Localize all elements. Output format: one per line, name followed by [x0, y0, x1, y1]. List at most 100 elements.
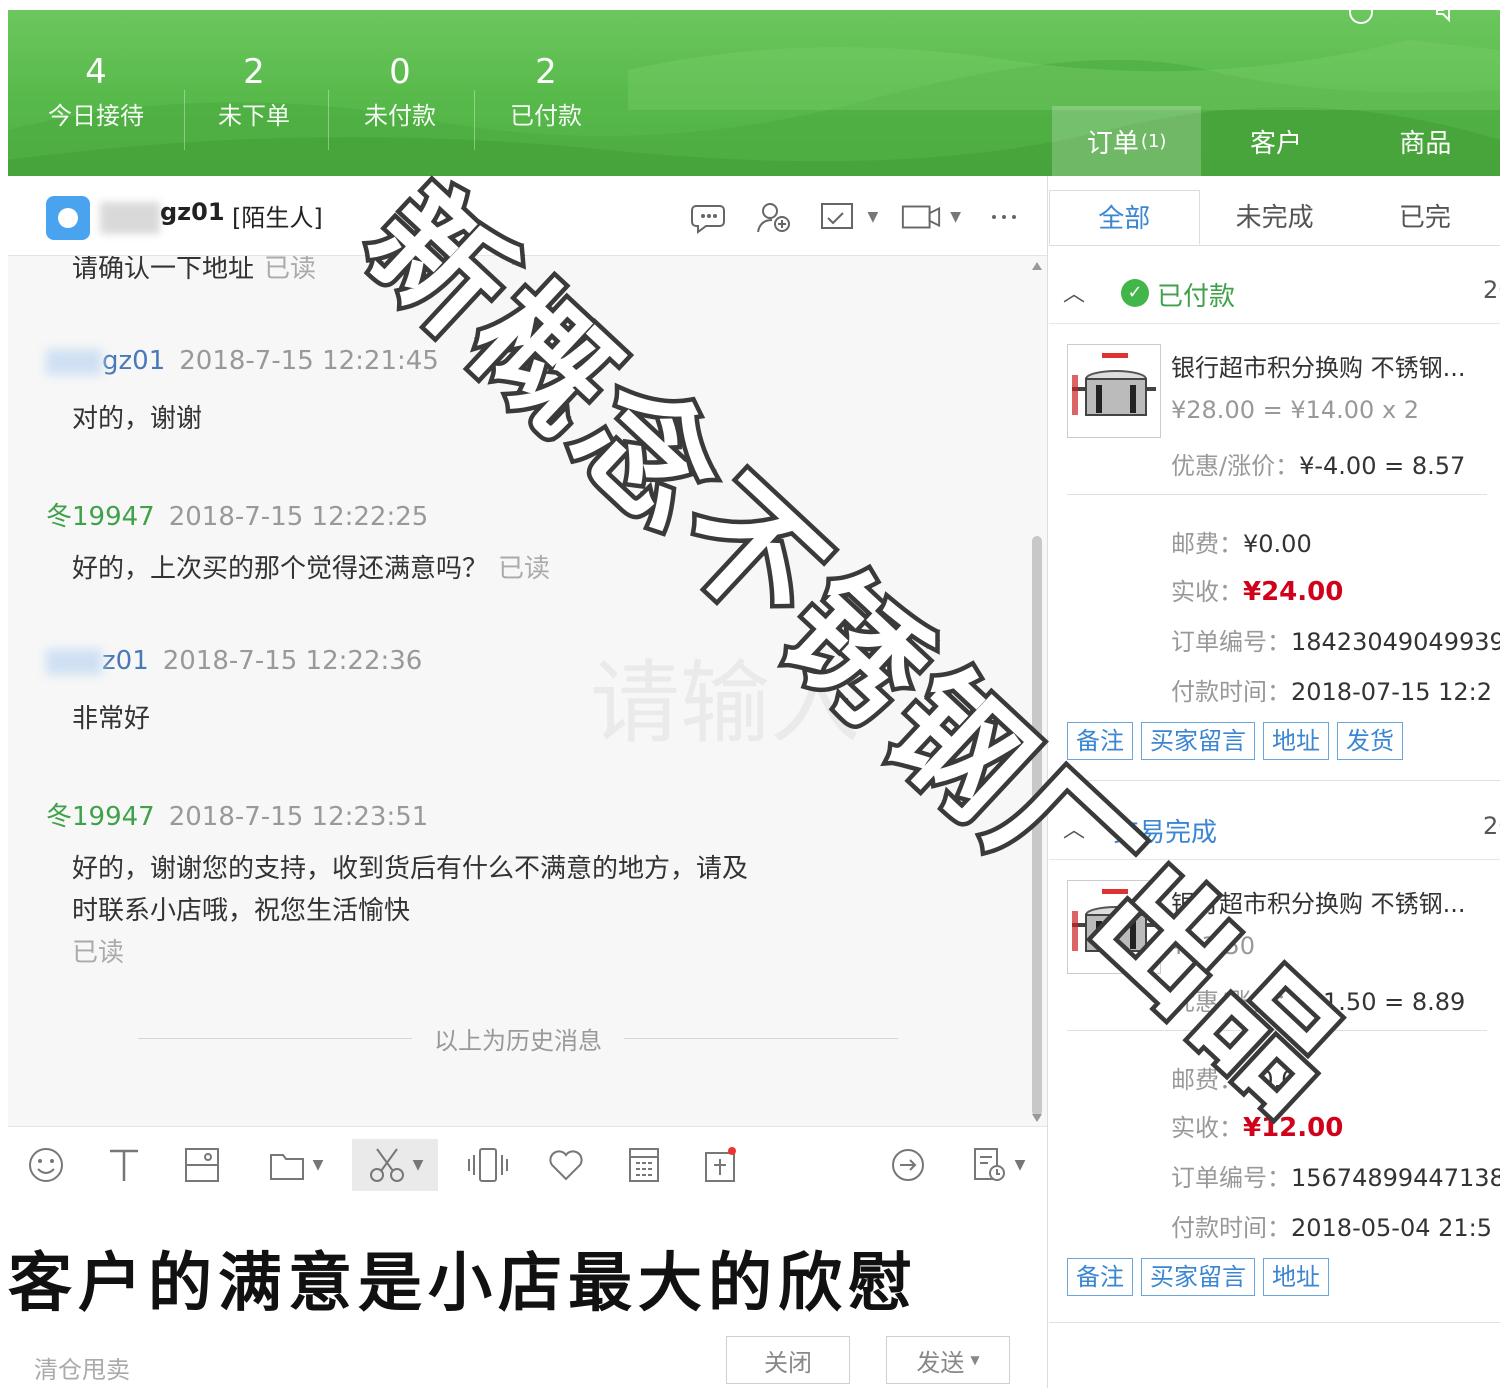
order-status: 已付款 [1157, 282, 1236, 312]
discount-label: 优惠/涨价： [1171, 988, 1300, 1016]
stat-label: 未付款 [364, 102, 436, 130]
divider [1067, 1030, 1487, 1031]
divider-line [624, 1038, 898, 1039]
screenshot-icon[interactable]: ▼ [352, 1139, 438, 1191]
shipping-row: 邮费：¥0.00 [1171, 524, 1312, 559]
message-list: 请确认一下地址 已读 gz01 2018-7-15 12:21:45 对的，谢谢 冬… [8, 256, 1030, 1126]
message-text: 好的，上次买的那个觉得还满意吗？ 已读 [72, 548, 550, 590]
received-row: 实收：¥24.00 [1171, 572, 1343, 607]
pay-time-row: 付款时间：2018-05-04 21:5 [1171, 1208, 1492, 1243]
pot-image [1072, 889, 1156, 952]
screen-share-icon[interactable] [817, 198, 859, 236]
help-icon[interactable] [1348, 10, 1374, 26]
order-header[interactable]: ︿ 交易完成 20 [1049, 798, 1500, 860]
stat-not-ordered[interactable]: 2 未下单 [184, 50, 324, 134]
tab-completed[interactable]: 已完 [1350, 190, 1500, 245]
address-button[interactable]: 地址 [1263, 1258, 1329, 1296]
order-number-row: 订单编号：184230490499393 [1171, 622, 1500, 657]
address-button[interactable]: 地址 [1263, 722, 1329, 760]
folder-icon[interactable]: ▼ [252, 1139, 338, 1191]
order-card: ︿ ✓ 已付款 20 银行超市积分换购 不锈钢... ¥28.00 = ¥14.… [1049, 262, 1500, 782]
compose-text[interactable]: 客户的满意是小店最大的欣慰 [8, 1232, 918, 1324]
product-thumbnail[interactable] [1067, 880, 1161, 974]
chevron-down-icon[interactable]: ▼ [1015, 1157, 1026, 1173]
input-ghost-text: 请输入 [590, 651, 860, 756]
stat-paid[interactable]: 2 已付款 [476, 50, 616, 134]
more-icon[interactable] [983, 198, 1025, 236]
order-number-label: 订单编号： [1171, 628, 1291, 656]
divider [1049, 1322, 1500, 1323]
chevron-down-icon[interactable]: ▼ [313, 1157, 324, 1173]
chevron-up-icon[interactable]: ︿ [1063, 812, 1085, 844]
order-number-row: 订单编号：156748994471387 [1171, 1158, 1500, 1193]
order-number-value[interactable]: 156748994471387 [1291, 1164, 1500, 1192]
video-call-icon[interactable] [900, 198, 942, 236]
chat-history-icon[interactable]: ▼ [954, 1139, 1040, 1191]
send-button[interactable]: 发送 ▼ [886, 1336, 1010, 1384]
stat-today-served[interactable]: 4 今日接待 [26, 50, 166, 134]
image-icon[interactable] [172, 1139, 232, 1191]
note-button[interactable]: 备注 [1067, 722, 1133, 760]
order-number-value[interactable]: 184230490499393 [1291, 628, 1500, 656]
tab-customers[interactable]: 客户 [1201, 106, 1350, 176]
emoji-icon[interactable] [16, 1139, 76, 1191]
message-compose-area[interactable]: 客户的满意是小店最大的欣慰 清仓甩卖 关闭 发送 ▼ [8, 1204, 1047, 1388]
ship-button[interactable]: 发货 [1337, 722, 1403, 760]
discount-line: 优惠/涨价：¥-4.00 = 8.57 [1171, 446, 1465, 481]
chat-header-tools: ▼ ▼ [689, 198, 1025, 236]
coupon-icon[interactable] [690, 1139, 750, 1191]
stat-divider [328, 90, 329, 150]
message-time: 2018-7-15 12:23:51 [168, 802, 429, 832]
transfer-chat-icon[interactable] [689, 198, 731, 236]
font-icon[interactable] [94, 1139, 154, 1191]
calculator-icon[interactable] [614, 1139, 674, 1191]
heart-icon[interactable] [536, 1139, 596, 1191]
chevron-down-icon[interactable]: ▼ [867, 209, 878, 225]
buyer-message-button[interactable]: 买家留言 [1141, 722, 1255, 760]
chevron-down-icon[interactable]: ▼ [950, 209, 961, 225]
product-title[interactable]: 银行超市积分换购 不锈钢... [1171, 348, 1466, 383]
avatar[interactable] [46, 196, 90, 240]
discount-line: 优惠/涨价：¥-1.50 = 8.89 [1171, 982, 1465, 1017]
add-contact-icon[interactable] [753, 198, 795, 236]
discount-value: ¥-1.50 = 8.89 [1299, 988, 1466, 1016]
chevron-down-icon[interactable]: ▼ [413, 1157, 424, 1173]
chevron-up-icon[interactable]: ︿ [1063, 276, 1085, 308]
stat-unpaid[interactable]: 0 未付款 [330, 50, 470, 134]
message-scrollbar[interactable] [1030, 256, 1044, 1126]
blurred-sender [46, 648, 102, 675]
close-button[interactable]: 关闭 [726, 1336, 850, 1384]
received-label: 实收： [1171, 578, 1243, 606]
order-actions: 备注 买家留言 地址 [1067, 1258, 1329, 1296]
product-title[interactable]: 银行超市积分换购 不锈钢... [1171, 884, 1466, 919]
divider-line [138, 1038, 412, 1039]
scroll-thumb[interactable] [1032, 536, 1042, 1116]
quick-phrase[interactable]: 清仓甩卖 [34, 1350, 130, 1385]
tab-products[interactable]: 商品 [1351, 106, 1500, 176]
buyer-message-button[interactable]: 买家留言 [1141, 1258, 1255, 1296]
scroll-down-icon[interactable] [1032, 1114, 1042, 1122]
chevron-down-icon[interactable]: ▼ [970, 1353, 979, 1367]
message-body: 请确认一下地址 [72, 256, 255, 284]
tab-all[interactable]: 全部 [1049, 190, 1200, 245]
tab-orders-label: 订单 [1086, 128, 1139, 159]
stat-value: 4 [85, 52, 107, 92]
stat-value: 2 [535, 52, 557, 92]
message-header: 冬19947 2018-7-15 12:22:25 [46, 496, 428, 533]
input-toolbar: ▼ ▼ ▼ [8, 1126, 1047, 1204]
message-header: 冬19947 2018-7-15 12:23:51 [46, 796, 428, 833]
tab-orders[interactable]: 订单 (1) [1052, 106, 1202, 176]
product-thumbnail[interactable] [1067, 344, 1161, 438]
discount-value: ¥-4.00 = 8.57 [1299, 452, 1466, 480]
vibrate-icon[interactable] [458, 1139, 518, 1191]
quick-reply-icon[interactable] [878, 1139, 938, 1191]
scroll-up-icon[interactable] [1032, 262, 1042, 270]
note-button[interactable]: 备注 [1067, 1258, 1133, 1296]
read-status: 已读 [264, 256, 317, 284]
order-header[interactable]: ︿ ✓ 已付款 20 [1049, 262, 1500, 324]
tab-incomplete[interactable]: 未完成 [1200, 190, 1350, 245]
stat-value: 0 [389, 52, 411, 92]
speaker-icon[interactable] [1434, 10, 1460, 26]
message-body-line: 时联系小店哦，祝您生活愉快 [72, 896, 411, 926]
shipping-label: 邮费： [1171, 1066, 1243, 1094]
